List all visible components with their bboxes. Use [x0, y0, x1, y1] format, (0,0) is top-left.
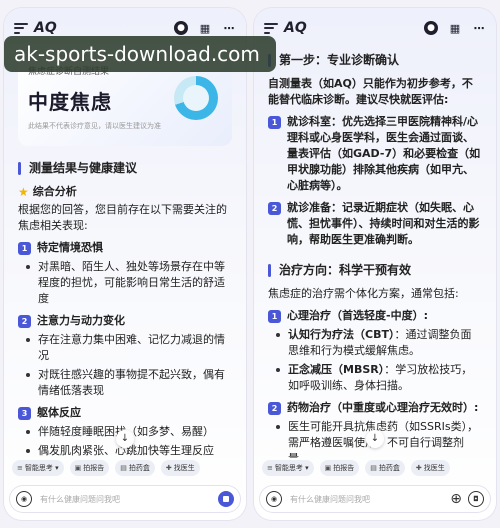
voice-icon[interactable]: ◉ [266, 491, 282, 507]
summary-text: 根据您的回答，您目前存在以下需要关注的焦虑相关表现: [18, 203, 227, 232]
menu-icon[interactable] [264, 22, 278, 34]
step1-title: 第一步：专业诊断确认 [268, 52, 482, 68]
left-screen: AQ ● ▦ ⋯ 焦虑症诊断自测结果 中度焦虑 此结果不代表诊疗意见，请以医生建… [4, 8, 246, 520]
top-bar: AQ ● ▦ ⋯ [254, 8, 496, 48]
voice-icon[interactable]: ◉ [16, 491, 32, 507]
list-item: 2 就诊准备：记录近期症状（如失眠、心慌、担忧事件）、持续时间和对生活的影响，帮助… [268, 200, 482, 248]
grid-icon[interactable]: ▦ [198, 21, 212, 35]
chat-content[interactable]: 第一步：专业诊断确认 自测量表（如AQ）只能作为初步参考，不能替代临床诊断。建议… [254, 48, 496, 458]
quick-actions: ≡ 智能思考 ▾ ▣ 拍报告 ▤ 拍药盒 ✚ 找医生 [4, 460, 246, 478]
camera-icon[interactable]: ◘ [468, 491, 484, 507]
message-input[interactable]: 有什么健康问题问我吧 [40, 494, 218, 505]
message-input-bar[interactable]: ◉ 有什么健康问题问我吧 ⊕ ◘ [260, 486, 490, 512]
step1-text: 自测量表（如AQ）只能作为初步参考，不能替代临床诊断。建议尽快就医评估: [268, 77, 473, 106]
app-title: AQ [284, 20, 307, 36]
more-icon[interactable]: ⋯ [222, 21, 236, 35]
list-item: 3 躯体反应 [18, 405, 232, 421]
message-input-bar[interactable]: ◉ 有什么健康问题问我吧 [10, 486, 240, 512]
chip-photo-report[interactable]: ▣ 拍报告 [69, 460, 110, 476]
scroll-down-icon[interactable]: ↓ [116, 430, 134, 448]
chip-find-doctor[interactable]: ✚ 找医生 [160, 460, 200, 476]
stop-button[interactable] [218, 491, 234, 507]
plus-icon[interactable]: ⊕ [450, 491, 462, 507]
treatment-text: 焦虑症的治疗需个体化方案，通常包括: [268, 287, 459, 300]
summary-title: ★ 综合分析 [18, 185, 77, 199]
bullet-item: 对黑暗、陌生人、独处等场景存在中等程度的担忧，可能影响日常生活的舒适度 [18, 259, 232, 307]
app-title: AQ [34, 20, 57, 36]
chip-find-doctor[interactable]: ✚ 找医生 [410, 460, 450, 476]
chip-smart-think[interactable]: ≡ 智能思考 ▾ [262, 460, 314, 476]
section-title: 测量结果与健康建议 [18, 160, 232, 176]
message-input[interactable]: 有什么健康问题问我吧 [290, 494, 450, 505]
list-item: 1 特定情境恐惧 [18, 240, 232, 256]
chip-photo-medicine[interactable]: ▤ 拍药盒 [115, 460, 155, 476]
scroll-down-icon[interactable]: ↓ [366, 430, 384, 448]
menu-icon[interactable] [14, 22, 28, 34]
list-item: 2 注意力与动力变化 [18, 313, 232, 329]
chip-photo-medicine[interactable]: ▤ 拍药盒 [365, 460, 405, 476]
list-item: 2 药物治疗（中重度或心理治疗无效时）: [268, 400, 482, 416]
list-item: 1 心理治疗（首选轻度-中度）: [268, 308, 482, 324]
star-icon: ★ [18, 185, 29, 199]
chip-smart-think[interactable]: ≡ 智能思考 ▾ [12, 460, 64, 476]
list-item: 1 就诊科室：优先选择三甲医院精神科/心理科或心身医学科，医生会通过面谈、量表评估… [268, 114, 482, 194]
chat-content[interactable]: 焦虑症诊断自测结果 中度焦虑 此结果不代表诊疗意见，请以医生建议为准 测量结果与… [4, 48, 246, 458]
quick-actions: ≡ 智能思考 ▾ ▣ 拍报告 ▤ 拍药盒 ✚ 找医生 [254, 460, 496, 478]
treatment-title: 治疗方向：科学干预有效 [268, 262, 482, 278]
bullet-item: 认知行为疗法（CBT）：通过调整负面思维和行为模式缓解焦虑。 [268, 327, 482, 359]
chat-icon[interactable]: ● [424, 21, 438, 35]
right-screen: AQ ● ▦ ⋯ 第一步：专业诊断确认 自测量表（如AQ）只能作为初步参考，不能… [254, 8, 496, 520]
more-icon[interactable]: ⋯ [472, 21, 486, 35]
bullet-item: 存在注意力集中困难、记忆力减退的情况 [18, 332, 232, 364]
chat-icon[interactable]: ● [174, 21, 188, 35]
chip-photo-report[interactable]: ▣ 拍报告 [319, 460, 360, 476]
watermark-banner: ak-sports-download.com [4, 36, 276, 72]
bullet-item: 对既往感兴趣的事物提不起兴致，偶有情绪低落表现 [18, 367, 232, 399]
gauge-icon [174, 76, 218, 120]
bullet-item: 正念减压（MBSR）：学习放松技巧，如呼吸训练、身体扫描。 [268, 362, 482, 394]
grid-icon[interactable]: ▦ [448, 21, 462, 35]
card-note: 此结果不代表诊疗意见，请以医生建议为准 [28, 122, 161, 130]
